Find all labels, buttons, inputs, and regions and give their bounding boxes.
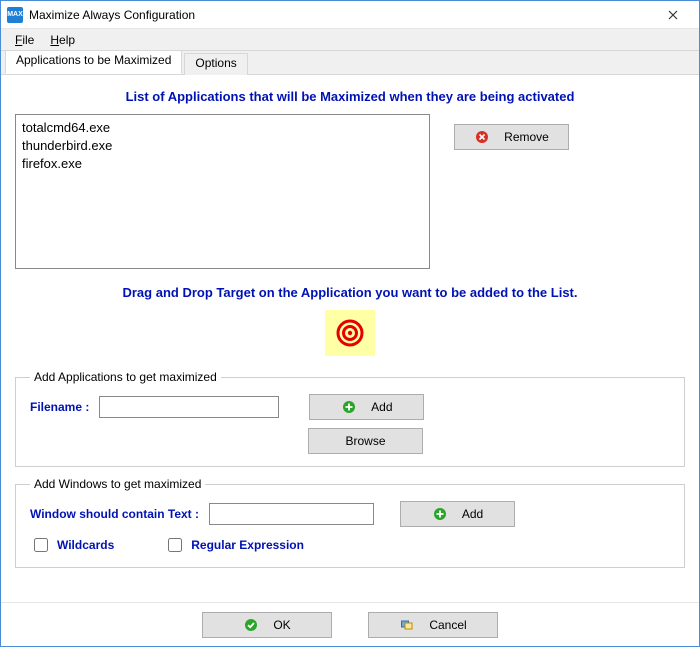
button-label: Add bbox=[371, 400, 392, 414]
close-icon bbox=[668, 10, 678, 20]
close-button[interactable] bbox=[653, 2, 693, 28]
add-window-button[interactable]: Add bbox=[400, 501, 515, 527]
button-label: OK bbox=[273, 618, 290, 632]
remove-button[interactable]: Remove bbox=[454, 124, 569, 150]
add-icon bbox=[342, 400, 356, 414]
content-area: List of Applications that will be Maximi… bbox=[1, 75, 699, 602]
groupbox-add-applications: Add Applications to get maximized Filena… bbox=[15, 370, 685, 467]
add-application-button[interactable]: Add bbox=[309, 394, 424, 420]
window-text-label: Window should contain Text : bbox=[30, 507, 199, 521]
wildcards-checkbox-row[interactable]: Wildcards bbox=[30, 535, 114, 555]
menu-help[interactable]: Help bbox=[44, 31, 81, 49]
tab-options[interactable]: Options bbox=[184, 53, 247, 75]
wildcards-label: Wildcards bbox=[57, 538, 114, 552]
menu-file[interactable]: File bbox=[9, 31, 40, 49]
target-icon bbox=[335, 318, 365, 348]
tab-applications[interactable]: Applications to be Maximized bbox=[5, 50, 182, 74]
list-item[interactable]: totalcmd64.exe bbox=[22, 119, 423, 137]
wildcards-checkbox[interactable] bbox=[34, 538, 48, 552]
window-text-input[interactable] bbox=[209, 503, 374, 525]
regex-checkbox-row[interactable]: Regular Expression bbox=[164, 535, 304, 555]
groupbox-legend: Add Windows to get maximized bbox=[30, 477, 205, 491]
button-label: Remove bbox=[504, 130, 549, 144]
window-title: Maximize Always Configuration bbox=[29, 8, 195, 22]
filename-input[interactable] bbox=[99, 396, 279, 418]
button-label: Browse bbox=[345, 434, 385, 448]
bottom-bar: OK Cancel bbox=[1, 602, 699, 646]
ok-icon bbox=[244, 618, 258, 632]
ok-button[interactable]: OK bbox=[202, 612, 332, 638]
app-icon: MAX bbox=[7, 7, 23, 23]
groupbox-legend: Add Applications to get maximized bbox=[30, 370, 221, 384]
titlebar: MAX Maximize Always Configuration bbox=[1, 1, 699, 29]
tabbar: Applications to be Maximized Options bbox=[1, 51, 699, 75]
menubar: File Help bbox=[1, 29, 699, 51]
drag-heading: Drag and Drop Target on the Application … bbox=[15, 285, 685, 300]
regex-label: Regular Expression bbox=[191, 538, 304, 552]
main-window: MAX Maximize Always Configuration File H… bbox=[0, 0, 700, 647]
drag-drop-target[interactable] bbox=[325, 310, 375, 356]
cancel-button[interactable]: Cancel bbox=[368, 612, 498, 638]
list-item[interactable]: thunderbird.exe bbox=[22, 137, 423, 155]
browse-button[interactable]: Browse bbox=[308, 428, 423, 454]
groupbox-add-windows: Add Windows to get maximized Window shou… bbox=[15, 477, 685, 568]
regex-checkbox[interactable] bbox=[168, 538, 182, 552]
list-item[interactable]: firefox.exe bbox=[22, 155, 423, 173]
application-listbox[interactable]: totalcmd64.exe thunderbird.exe firefox.e… bbox=[15, 114, 430, 269]
add-icon bbox=[433, 507, 447, 521]
list-heading: List of Applications that will be Maximi… bbox=[15, 89, 685, 104]
button-label: Cancel bbox=[429, 618, 466, 632]
delete-icon bbox=[475, 130, 489, 144]
cancel-icon bbox=[400, 618, 414, 632]
button-label: Add bbox=[462, 507, 483, 521]
filename-label: Filename : bbox=[30, 400, 89, 414]
